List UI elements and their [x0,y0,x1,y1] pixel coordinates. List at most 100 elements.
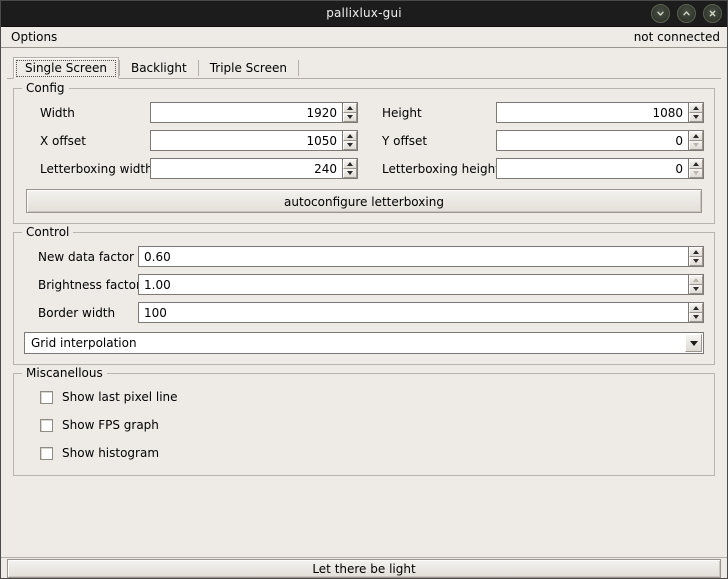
border-width-input[interactable] [138,302,688,323]
application-window: pallixlux-gui Options not connected Sing… [0,0,728,579]
label-width: Width [40,105,75,120]
close-button[interactable] [703,3,722,23]
title-bar: pallixlux-gui [0,0,728,27]
y-offset-steppers [688,130,704,151]
arrow-down-icon [693,143,699,147]
arrow-up-icon [347,134,353,138]
checkbox-show-last-pixel-line[interactable]: Show last pixel line [40,387,178,407]
border-width-steppers [688,302,704,323]
arrow-up-icon [693,134,699,138]
y-offset-increment-button[interactable] [689,131,703,141]
new-data-factor-decrement-button[interactable] [689,257,703,266]
tab-single-screen[interactable]: Single Screen [13,57,119,79]
config-group-title: Config [22,82,69,95]
checkbox-show-fps-graph[interactable]: Show FPS graph [40,415,159,435]
y-offset-spinbox[interactable] [496,130,704,151]
control-group: Control New data factor Brightness facto… [13,226,715,365]
connection-status: not connected [633,30,720,44]
autoconfigure-letterboxing-button[interactable]: autoconfigure letterboxing [26,189,702,213]
tab-backlight-label: Backlight [130,61,187,75]
menu-item-options[interactable]: Options [6,29,62,45]
window-controls [651,0,722,26]
y-offset-input[interactable] [496,130,688,151]
arrow-up-icon [347,106,353,110]
checkbox-box[interactable] [40,446,53,460]
brightness-factor-input[interactable] [138,274,688,295]
letterboxing-width-input[interactable] [150,158,342,179]
border-width-decrement-button[interactable] [689,313,703,322]
autoconfigure-row: autoconfigure letterboxing [24,179,704,213]
border-width-spinbox[interactable] [138,302,704,323]
height-input[interactable] [496,102,688,123]
width-spinbox[interactable] [150,102,358,123]
menu-bar: Options not connected [0,27,728,48]
label-x-offset: X offset [40,133,86,148]
label-new-data-factor: New data factor [38,249,134,264]
brightness-factor-decrement-button[interactable] [689,285,703,294]
label-height: Height [382,105,422,120]
interpolation-select[interactable]: Grid interpolation [24,332,704,354]
x-offset-decrement-button[interactable] [343,141,357,150]
chevron-down-icon[interactable] [685,334,702,352]
brightness-factor-steppers [688,274,704,295]
checkbox-show-fps-graph-label: Show FPS graph [62,418,159,432]
height-decrement-button[interactable] [689,113,703,122]
arrow-down-icon [693,287,699,291]
config-group: Config Width Height [13,82,715,224]
arrow-down-icon [347,115,353,119]
arrow-down-icon [347,171,353,175]
height-increment-button[interactable] [689,103,703,113]
width-steppers [342,102,358,123]
maximize-button[interactable] [677,3,696,23]
new-data-factor-steppers [688,246,704,267]
tab-bar: Single Screen Backlight Triple Screen [7,54,721,79]
letterboxing-height-spinbox[interactable] [496,158,704,179]
control-group-title: Control [22,226,74,239]
width-increment-button[interactable] [343,103,357,113]
x-offset-steppers [342,130,358,151]
label-letterboxing-width: Letterboxing width [40,161,153,176]
letterboxing-width-decrement-button[interactable] [343,169,357,178]
height-spinbox[interactable] [496,102,704,123]
width-input[interactable] [150,102,342,123]
checkbox-box[interactable] [40,390,53,404]
new-data-factor-increment-button[interactable] [689,247,703,257]
let-there-be-light-button[interactable]: Let there be light [7,559,721,578]
checkbox-show-histogram[interactable]: Show histogram [40,443,159,463]
close-icon [708,9,717,18]
label-brightness-factor: Brightness factor [38,277,141,292]
arrow-up-icon [693,250,699,254]
arrow-down-icon [693,171,699,175]
arrow-down-icon [693,259,699,263]
minimize-button[interactable] [651,3,670,23]
tab-page-single-screen: Config Width Height [7,78,721,578]
tab-separator [297,60,299,76]
new-data-factor-input[interactable] [138,246,688,267]
x-offset-increment-button[interactable] [343,131,357,141]
letterboxing-height-decrement-button [689,169,703,178]
miscellaneous-group: Miscanellous Show last pixel line Show F… [13,367,715,476]
letterboxing-height-increment-button[interactable] [689,159,703,169]
label-letterboxing-height: Letterboxing height [382,161,500,176]
arrow-up-icon [693,278,699,282]
new-data-factor-spinbox[interactable] [138,246,704,267]
tab-backlight[interactable]: Backlight [120,57,198,79]
letterboxing-height-input[interactable] [496,158,688,179]
miscellaneous-group-title: Miscanellous [22,367,107,380]
config-fields: Width Height [24,102,704,179]
tab-triple-screen[interactable]: Triple Screen [199,57,298,79]
checkbox-box[interactable] [40,418,53,432]
label-border-width: Border width [38,305,116,320]
width-decrement-button[interactable] [343,113,357,122]
letterboxing-width-steppers [342,158,358,179]
letterboxing-width-increment-button[interactable] [343,159,357,169]
window-title: pallixlux-gui [326,6,402,20]
x-offset-spinbox[interactable] [150,130,358,151]
letterboxing-width-spinbox[interactable] [150,158,358,179]
x-offset-input[interactable] [150,130,342,151]
border-width-increment-button[interactable] [689,303,703,313]
arrow-up-icon [693,306,699,310]
brightness-factor-increment-button [689,275,703,285]
arrow-up-icon [693,106,699,110]
brightness-factor-spinbox[interactable] [138,274,704,295]
